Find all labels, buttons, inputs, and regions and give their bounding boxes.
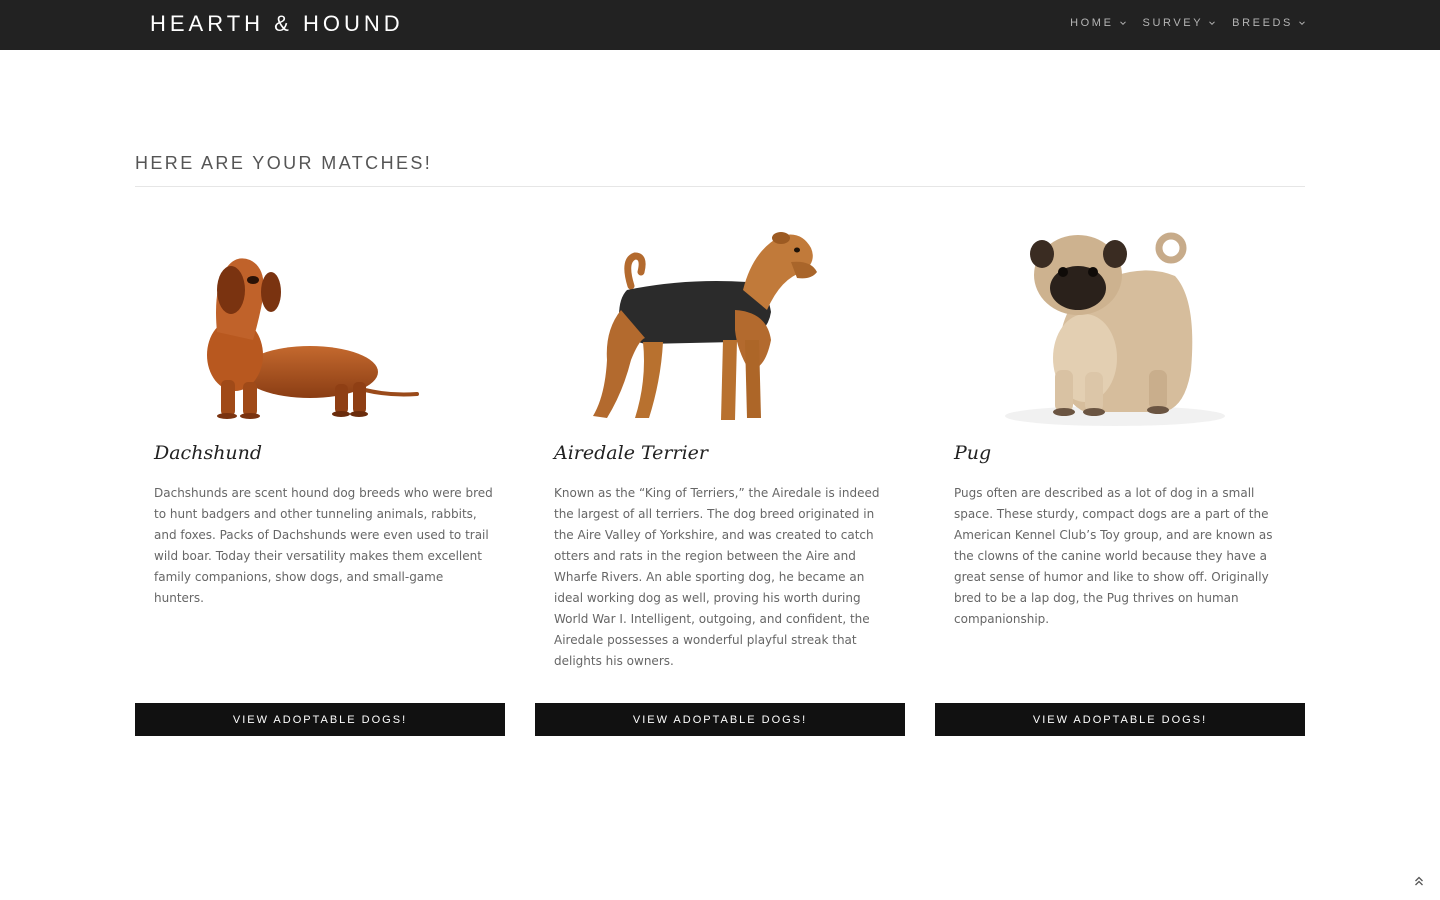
chevron-down-icon <box>1298 19 1306 27</box>
divider <box>135 186 1305 187</box>
dachshund-photo <box>207 258 419 419</box>
main-nav: HOME SURVEY BREEDS <box>1070 17 1306 29</box>
view-adoptable-dogs-button-pug[interactable]: VIEW ADOPTABLE DOGS! <box>935 703 1305 736</box>
double-chevron-up-icon <box>1415 876 1423 886</box>
chevron-down-icon <box>1119 19 1127 27</box>
breed-description: Dachshunds are scent hound dog breeds wh… <box>154 486 493 605</box>
nav-item-survey[interactable]: SURVEY <box>1143 17 1217 29</box>
breed-name: Pug <box>954 442 992 464</box>
breed-name: Airedale Terrier <box>554 442 708 464</box>
page-title: HERE ARE YOUR MATCHES! <box>135 153 433 173</box>
airedale-terrier-photo <box>593 232 817 420</box>
nav-item-breeds[interactable]: BREEDS <box>1232 17 1306 29</box>
chevron-down-icon <box>1208 19 1216 27</box>
view-adoptable-dogs-button-airedale[interactable]: VIEW ADOPTABLE DOGS! <box>535 703 905 736</box>
view-adoptable-dogs-button-dachshund[interactable]: VIEW ADOPTABLE DOGS! <box>135 703 505 736</box>
scroll-to-top-button[interactable] <box>1412 874 1426 888</box>
top-navbar: HEARTH & HOUND HOME SURVEY BREEDS <box>0 0 1440 50</box>
brand-logo-link[interactable]: HEARTH & HOUND <box>150 11 404 37</box>
nav-item-label: BREEDS <box>1232 17 1293 29</box>
breed-description: Pugs often are described as a lot of dog… <box>954 486 1273 626</box>
nav-item-label: HOME <box>1070 17 1114 29</box>
pug-photo <box>1005 232 1225 426</box>
breed-name: Dachshund <box>154 442 263 464</box>
nav-item-home[interactable]: HOME <box>1070 17 1126 29</box>
breed-description: Known as the “King of Terriers,” the Air… <box>554 486 880 668</box>
nav-item-label: SURVEY <box>1142 17 1204 29</box>
